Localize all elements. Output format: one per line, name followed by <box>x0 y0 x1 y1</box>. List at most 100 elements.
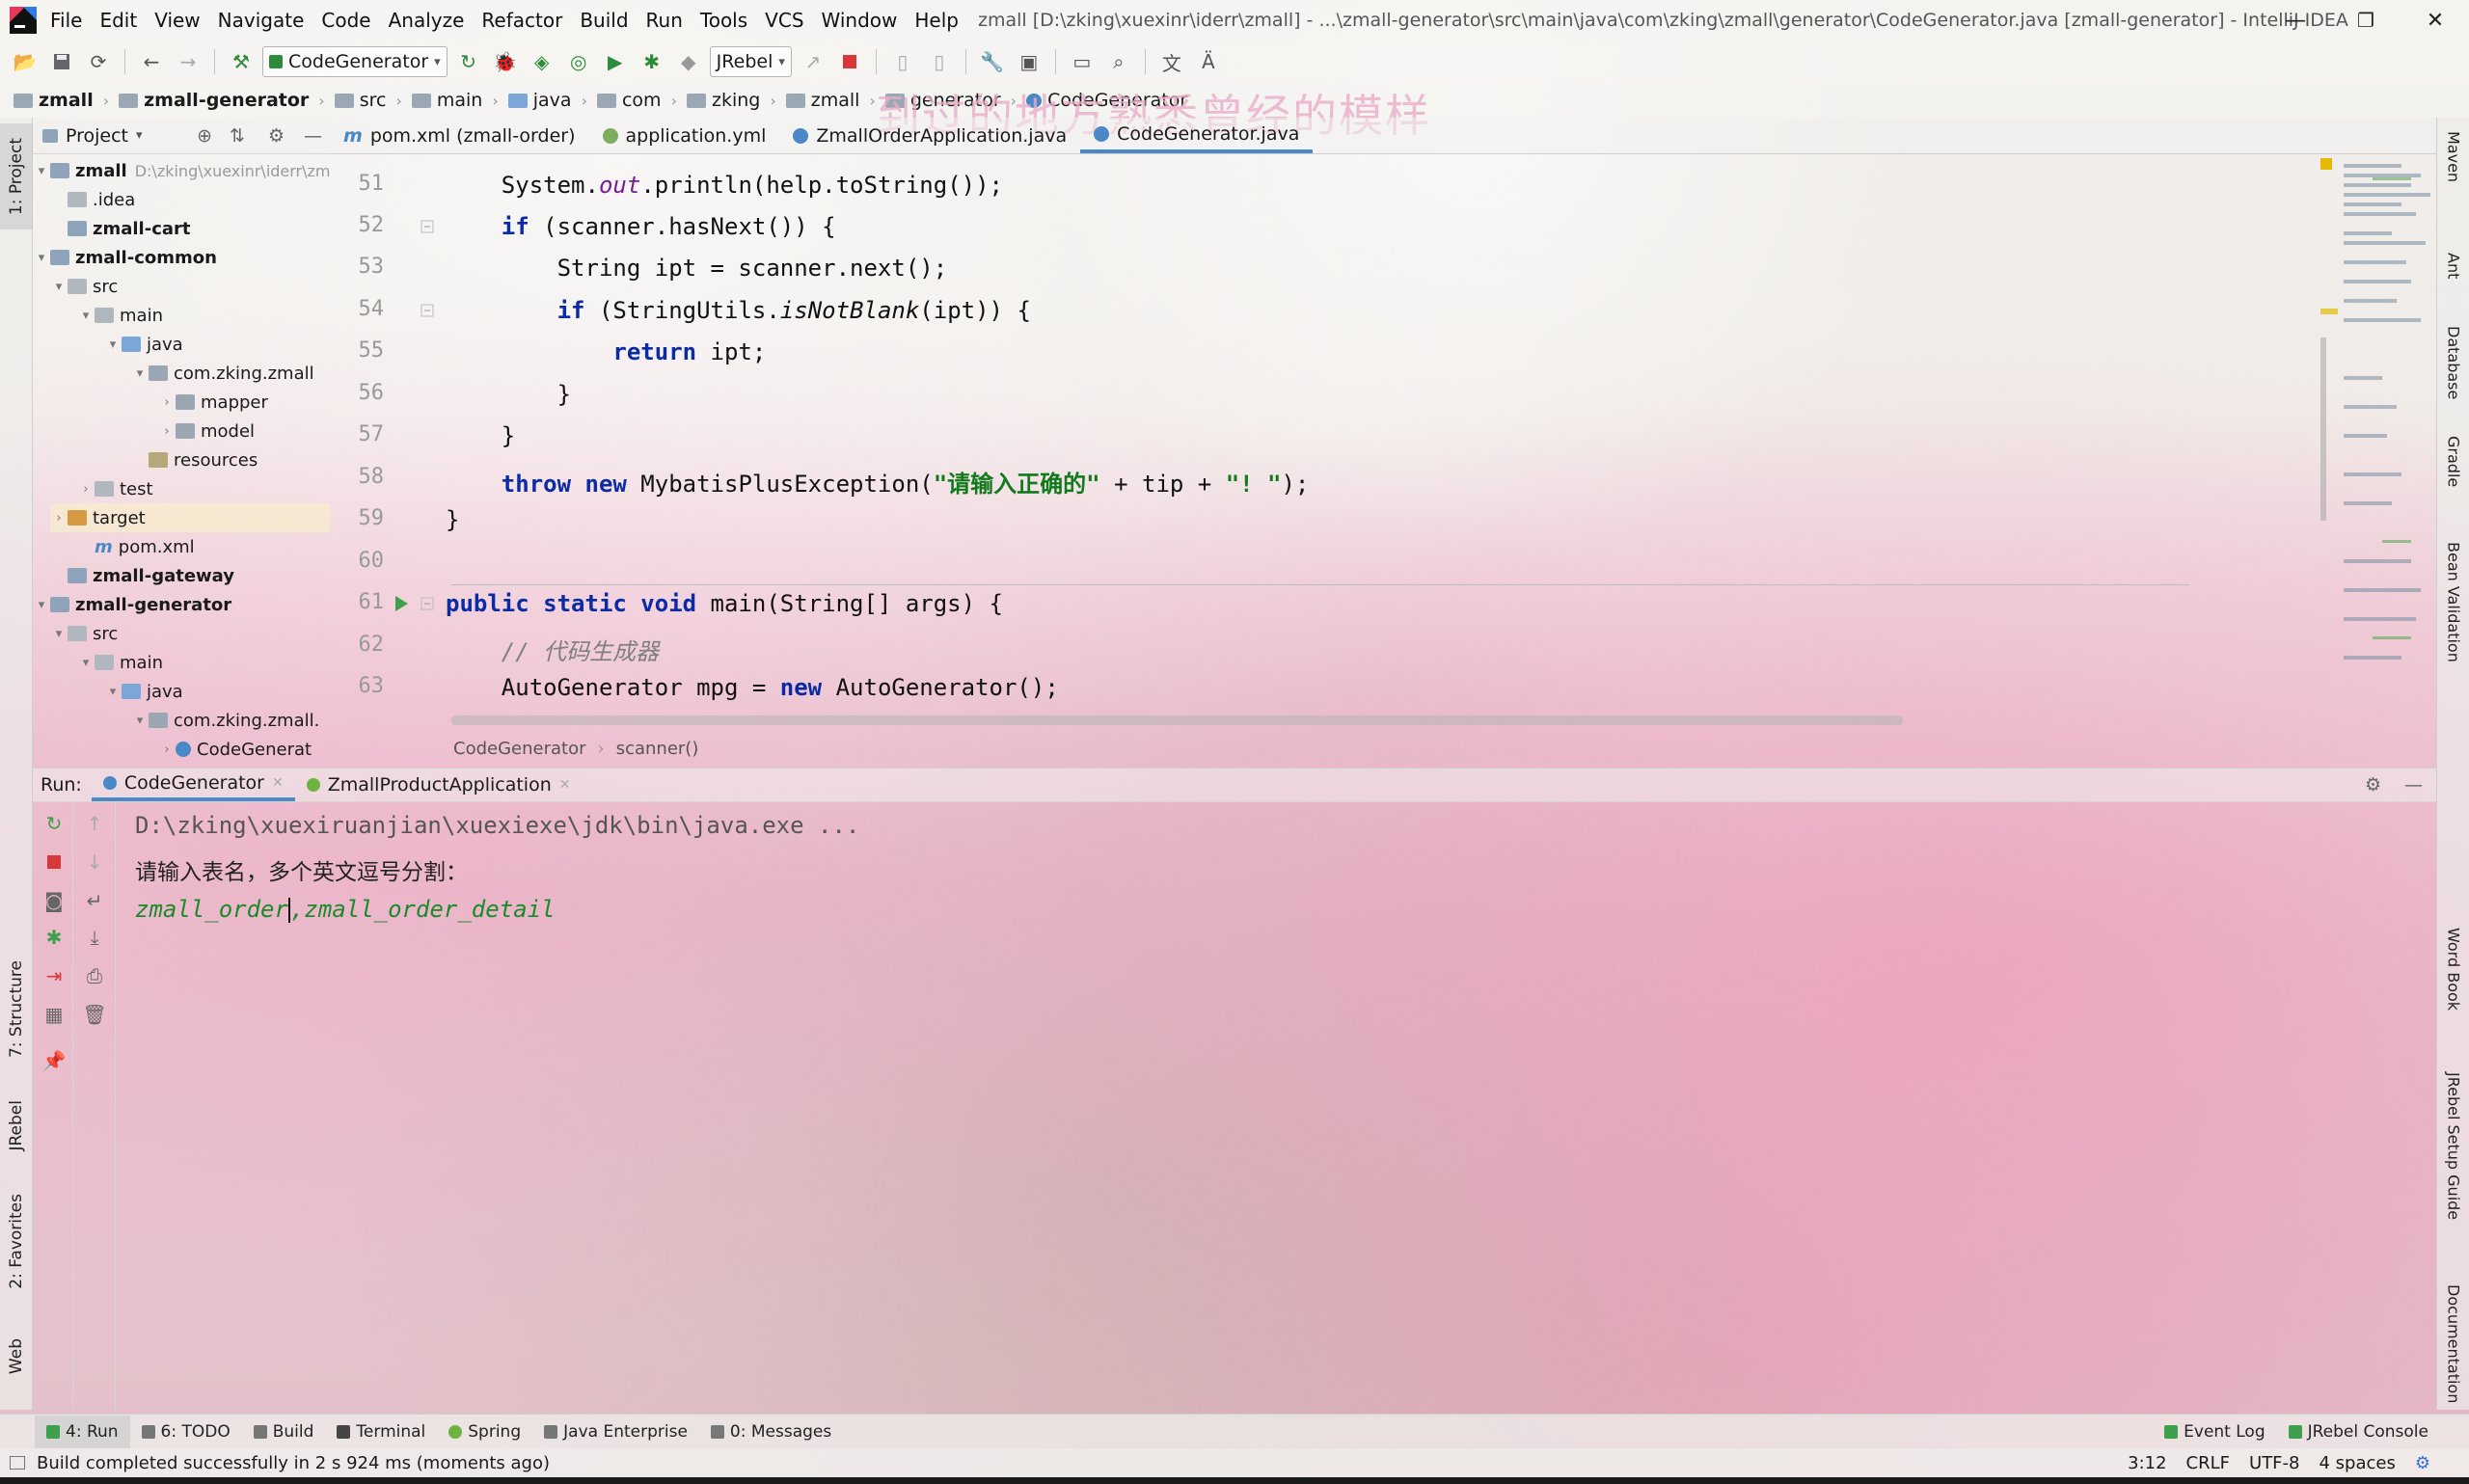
tree-item[interactable]: m pom.xml <box>77 532 195 561</box>
menu-window[interactable]: Window <box>822 9 898 32</box>
editor-tab-active[interactable]: CodeGenerator.java <box>1080 119 1314 153</box>
camera-icon[interactable]: ◙ <box>42 889 66 912</box>
exit-icon[interactable]: ⇥ <box>42 964 66 987</box>
tree-item[interactable]: ▾ com.zking.zmall. <box>131 706 320 735</box>
tree-item[interactable]: ▾ com.zking.zmall <box>131 359 314 388</box>
minimize-button[interactable]: — <box>2262 0 2329 40</box>
breadcrumb-item[interactable]: src <box>334 90 386 111</box>
sync-icon[interactable]: ⟳ <box>83 46 114 77</box>
layout-icon[interactable]: ▦ <box>42 1003 66 1026</box>
open-folder-icon[interactable]: 📂 <box>10 46 41 77</box>
tool-jrebel-console[interactable]: JRebel Console <box>2277 1416 2440 1448</box>
tree-item[interactable]: ▾ src <box>50 619 119 648</box>
restore-button[interactable]: ❐ <box>2332 0 2400 40</box>
gear-icon[interactable]: ⚙ <box>268 125 285 147</box>
menu-build[interactable]: Build <box>580 9 628 32</box>
menu-code[interactable]: Code <box>321 9 370 32</box>
trash-icon[interactable]: 🗑 <box>82 1003 106 1026</box>
tree-item[interactable]: ▾ zmall D:\zking\xuexinr\iderr\zmall <box>33 156 330 185</box>
tree-item[interactable]: › CodeGenerat <box>158 735 312 764</box>
menu-run[interactable]: Run <box>646 9 683 32</box>
tree-item[interactable]: ▾ main <box>77 301 163 330</box>
settings-wrench-icon[interactable]: 🔧 <box>977 46 1008 77</box>
tab-web[interactable]: Web <box>0 1323 33 1390</box>
tool-java-enterprise[interactable]: Java Enterprise <box>532 1416 699 1448</box>
tool-todo[interactable]: 6: TODO <box>130 1416 242 1448</box>
editor-tab[interactable]: ZmallOrderApplication.java <box>779 119 1080 153</box>
print-icon[interactable]: ⎙ <box>83 964 106 987</box>
translate-icon[interactable]: 文 <box>1156 46 1187 77</box>
console-input-line[interactable]: zmall_order,zmall_order_detail <box>135 896 556 923</box>
locate-icon[interactable]: ⊕ <box>197 125 212 147</box>
debug-icon[interactable]: 🐞 <box>490 46 521 77</box>
tree-item[interactable]: › mapper <box>158 388 268 417</box>
soft-wrap-icon[interactable]: ↵ <box>83 889 106 912</box>
vcs-commit-icon[interactable]: ▯ <box>924 46 955 77</box>
tool-build[interactable]: Build <box>242 1416 326 1448</box>
menu-view[interactable]: View <box>154 9 200 32</box>
close-button[interactable]: ✕ <box>2401 0 2469 40</box>
jrebel-debug-icon[interactable]: ✱ <box>42 926 66 949</box>
tree-item[interactable]: .idea <box>50 185 135 214</box>
save-icon[interactable] <box>46 46 77 77</box>
tab-word-book[interactable]: Word Book <box>2437 928 2469 1011</box>
tab-bean-validation[interactable]: Bean Validation <box>2437 542 2469 662</box>
tree-item[interactable]: › target <box>50 503 330 532</box>
pin-icon[interactable]: 📌 <box>42 1049 67 1072</box>
run-console[interactable]: D:\zking\xuexiruanjian\xuexiexe\jdk\bin\… <box>135 802 2430 1410</box>
tool-messages[interactable]: 0: Messages <box>699 1416 843 1448</box>
collapse-all-icon[interactable]: ⇅ <box>230 125 245 147</box>
menu-help[interactable]: Help <box>914 9 959 32</box>
project-view-select[interactable]: Project <box>66 125 128 147</box>
breadcrumb-item[interactable]: zmall <box>14 90 94 111</box>
menu-refactor[interactable]: Refactor <box>481 9 562 32</box>
code-editor[interactable]: System.out.println(help.toString()); if … <box>446 154 2317 731</box>
close-icon[interactable]: ✕ <box>559 777 571 793</box>
caret-position[interactable]: 3:12 <box>2128 1453 2166 1473</box>
jrebel-debug-icon[interactable]: ✱ <box>637 46 667 77</box>
tree-item[interactable]: zmall-gateway <box>50 561 234 590</box>
menu-navigate[interactable]: Navigate <box>218 9 305 32</box>
hide-panel-icon[interactable]: — <box>2404 774 2423 796</box>
status-window-icon[interactable] <box>10 1456 25 1470</box>
menu-vcs[interactable]: VCS <box>765 9 803 32</box>
profile-icon[interactable]: ◎ <box>563 46 594 77</box>
tab-ant[interactable]: Ant <box>2437 253 2469 279</box>
tab-favorites[interactable]: 2: Favorites <box>0 1188 33 1294</box>
rerun-icon[interactable]: ↻ <box>42 812 66 835</box>
tree-item[interactable]: ▾ zmall-common <box>33 243 217 272</box>
run-tab[interactable]: CodeGenerator ✕ <box>91 769 295 801</box>
hide-panel-icon[interactable]: — <box>304 125 322 147</box>
fold-icon[interactable] <box>421 304 434 317</box>
search-icon[interactable]: ⌕ <box>1103 46 1134 77</box>
tree-item[interactable]: zmall-cart <box>50 214 191 243</box>
tab-structure[interactable]: 7: Structure <box>0 957 33 1063</box>
tab-database[interactable]: Database <box>2437 326 2469 399</box>
tab-project[interactable]: 1: Project <box>0 123 33 229</box>
breadcrumb-item[interactable]: zking <box>686 90 760 111</box>
vcs-update-icon[interactable]: ▯ <box>887 46 918 77</box>
tab-maven[interactable]: Maven <box>2437 131 2469 182</box>
menu-file[interactable]: File <box>50 9 82 32</box>
breadcrumb-item[interactable]: com <box>596 90 662 111</box>
attach-icon[interactable]: ◆ <box>673 46 704 77</box>
tab-documentation[interactable]: Documentation <box>2437 1284 2469 1403</box>
chevron-down-icon[interactable]: ▾ <box>136 128 143 143</box>
tree-item[interactable]: ▾ src <box>50 272 119 301</box>
stop-icon[interactable] <box>42 850 66 874</box>
tool-spring[interactable]: Spring <box>437 1416 532 1448</box>
up-arrow-icon[interactable]: ↑ <box>83 812 106 835</box>
editor-crumb-class[interactable]: CodeGenerator <box>453 739 586 759</box>
line-separator[interactable]: CRLF <box>2186 1453 2230 1473</box>
fold-icon[interactable] <box>421 220 434 233</box>
run-gutter-icon[interactable] <box>393 595 409 612</box>
build-hammer-icon[interactable]: ⚒ <box>226 46 257 77</box>
menu-analyze[interactable]: Analyze <box>389 9 465 32</box>
run-tab[interactable]: ZmallProductApplication ✕ <box>295 769 583 801</box>
breadcrumb-item[interactable]: zmall-generator <box>119 90 309 111</box>
tool-event-log[interactable]: Event Log <box>2153 1416 2276 1448</box>
tab-jrebel-setup-guide[interactable]: JRebel Setup Guide <box>2437 1072 2469 1220</box>
fold-icon[interactable] <box>421 597 434 610</box>
stop-icon[interactable] <box>834 46 865 77</box>
breadcrumb-item[interactable]: main <box>411 90 482 111</box>
